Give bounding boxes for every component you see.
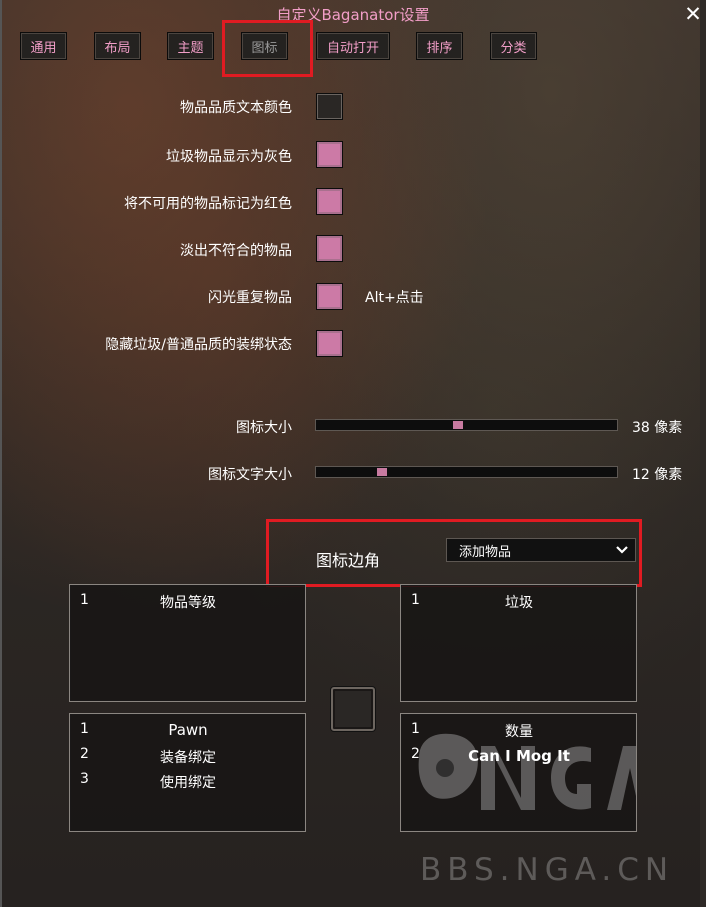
slider-icon-size[interactable] [315, 419, 618, 431]
corner-entry-item-level: 物品等级 [160, 595, 216, 611]
checkbox-fade-unmatched[interactable] [316, 235, 343, 262]
checkbox-junk-gray[interactable] [316, 141, 343, 168]
corner-dropdown[interactable]: 添加物品 [446, 538, 636, 562]
tab-categories[interactable]: 分类 [490, 32, 537, 60]
tab-auto-open[interactable]: 自动打开 [316, 32, 390, 60]
option-label-junk-gray: 垃圾物品显示为灰色 [166, 149, 292, 165]
slider-thumb[interactable] [377, 468, 387, 476]
tab-icons[interactable]: 图标 [241, 32, 288, 60]
corner-entry-count: 数量 [505, 724, 533, 740]
corner-entry-canimogit: Can I Mog It [468, 747, 570, 765]
option-hint-alt-click: Alt+点击 [365, 290, 424, 306]
checkbox-hide-boe-junk[interactable] [316, 330, 343, 357]
corner-entry-bou: 使用绑定 [160, 775, 216, 791]
tab-general[interactable]: 通用 [20, 32, 67, 60]
checkbox-flash-duplicates[interactable] [316, 283, 343, 310]
tab-layout[interactable]: 布局 [94, 32, 141, 60]
slider-label-icon-text-size: 图标文字大小 [208, 467, 292, 483]
tab-theme[interactable]: 主题 [167, 32, 214, 60]
slider-value-icon-size: 38 像素 [632, 420, 683, 436]
corner-box-bottom-right[interactable]: 1 数量 2 Can I Mog It [400, 713, 637, 832]
checkbox-quality-color[interactable] [316, 93, 343, 120]
corner-label: 图标边角 [316, 551, 381, 570]
slider-icon-text-size[interactable] [315, 466, 618, 478]
option-label-fade-unmatched: 淡出不符合的物品 [180, 243, 292, 259]
slider-thumb[interactable] [453, 421, 463, 429]
tab-sorting[interactable]: 排序 [416, 32, 463, 60]
option-label-hide-boe-junk: 隐藏垃圾/普通品质的装绑状态 [105, 337, 292, 353]
chevron-down-icon [616, 546, 628, 554]
option-label-unusable-red: 将不可用的物品标记为红色 [124, 196, 292, 212]
checkbox-unusable-red[interactable] [316, 188, 343, 215]
window-title: 自定义Baganator设置 [276, 6, 430, 24]
item-slot-preview-button[interactable] [331, 687, 375, 731]
corner-entry-junk: 垃圾 [505, 595, 533, 611]
corner-box-bottom-left[interactable]: 1 Pawn 2 装备绑定 3 使用绑定 [69, 713, 306, 832]
corner-box-top-left[interactable]: 1 物品等级 [69, 584, 306, 702]
slider-label-icon-size: 图标大小 [236, 420, 292, 436]
corner-entry-pawn: Pawn [168, 721, 208, 739]
close-icon[interactable]: ✕ [682, 3, 704, 25]
watermark-site: BBS.NGA.CN [420, 852, 675, 888]
corner-entry-boe: 装备绑定 [160, 750, 216, 766]
nga-logo [418, 733, 636, 810]
option-label-quality-color: 物品品质文本颜色 [180, 100, 292, 116]
corner-box-top-right[interactable]: 1 垃圾 [400, 584, 637, 702]
corner-dropdown-value: 添加物品 [459, 544, 512, 560]
slider-value-icon-text-size: 12 像素 [632, 467, 683, 483]
option-label-flash-duplicates: 闪光重复物品 [208, 290, 292, 306]
